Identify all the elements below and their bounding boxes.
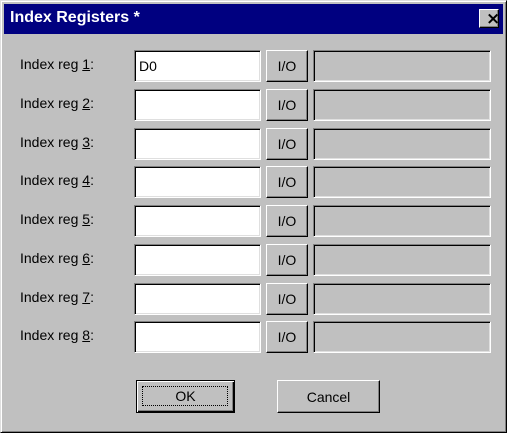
- close-icon: ×: [486, 9, 501, 29]
- mnemonic-6: 6: [82, 250, 91, 266]
- io-display-2: [313, 89, 491, 121]
- register-input-1[interactable]: [134, 50, 261, 82]
- io-display-8: [313, 321, 491, 353]
- register-input-6[interactable]: [134, 244, 261, 276]
- register-row-1: Index reg 1: I/O: [1, 50, 507, 82]
- io-button-3[interactable]: I/O: [266, 128, 308, 160]
- close-button[interactable]: ×: [479, 9, 501, 29]
- mnemonic-3: 3: [82, 134, 91, 150]
- mnemonic-8: 8: [82, 327, 91, 343]
- register-row-6: Index reg 6: I/O: [1, 244, 507, 276]
- mnemonic-5: 5: [82, 211, 91, 227]
- ok-button[interactable]: OK: [136, 380, 235, 413]
- index-registers-dialog: Index Registers * × Index reg 1: I/O Ind…: [0, 0, 507, 433]
- register-label-4: Index reg 4:: [20, 172, 94, 188]
- ok-button-label: OK: [175, 388, 196, 404]
- io-display-3: [313, 128, 491, 160]
- window-title: Index Registers *: [10, 9, 140, 26]
- mnemonic-7: 7: [82, 289, 91, 305]
- mnemonic-1: 1: [82, 56, 91, 72]
- register-label-7: Index reg 7:: [20, 289, 94, 305]
- io-button-4[interactable]: I/O: [266, 166, 308, 198]
- title-bar[interactable]: Index Registers * ×: [4, 4, 503, 34]
- register-row-4: Index reg 4: I/O: [1, 166, 507, 198]
- io-display-6: [313, 244, 491, 276]
- mnemonic-4: 4: [82, 172, 91, 188]
- cancel-button[interactable]: Cancel: [277, 380, 380, 413]
- io-button-1[interactable]: I/O: [266, 50, 308, 82]
- mnemonic-2: 2: [82, 95, 91, 111]
- io-button-5[interactable]: I/O: [266, 205, 308, 237]
- io-display-4: [313, 166, 491, 198]
- io-display-5: [313, 205, 491, 237]
- register-input-8[interactable]: [134, 321, 261, 353]
- register-label-5: Index reg 5:: [20, 211, 94, 227]
- io-display-7: [313, 283, 491, 315]
- io-button-6[interactable]: I/O: [266, 244, 308, 276]
- register-row-3: Index reg 3: I/O: [1, 128, 507, 160]
- register-input-7[interactable]: [134, 283, 261, 315]
- register-input-5[interactable]: [134, 205, 261, 237]
- io-display-1: [313, 50, 491, 82]
- register-label-6: Index reg 6:: [20, 250, 94, 266]
- register-row-2: Index reg 2: I/O: [1, 89, 507, 121]
- register-label-1: Index reg 1:: [20, 56, 94, 72]
- register-label-3: Index reg 3:: [20, 134, 94, 150]
- register-label-2: Index reg 2:: [20, 95, 94, 111]
- io-button-8[interactable]: I/O: [266, 321, 308, 353]
- register-input-2[interactable]: [134, 89, 261, 121]
- register-label-8: Index reg 8:: [20, 327, 94, 343]
- register-row-5: Index reg 5: I/O: [1, 205, 507, 237]
- register-input-4[interactable]: [134, 166, 261, 198]
- register-row-8: Index reg 8: I/O: [1, 321, 507, 353]
- register-input-3[interactable]: [134, 128, 261, 160]
- io-button-2[interactable]: I/O: [266, 89, 308, 121]
- io-button-7[interactable]: I/O: [266, 283, 308, 315]
- register-row-7: Index reg 7: I/O: [1, 283, 507, 315]
